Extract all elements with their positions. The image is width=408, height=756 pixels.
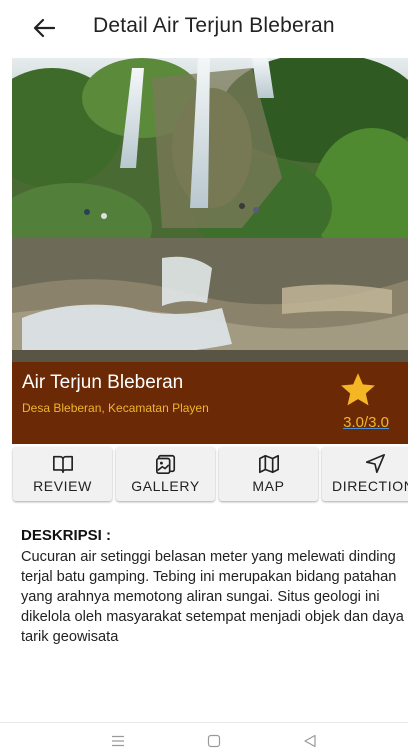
app-bar: Detail Air Terjun Bleberan	[0, 0, 408, 56]
book-open-icon	[52, 455, 73, 474]
image-icon	[155, 454, 175, 474]
gallery-label: GALLERY	[131, 478, 200, 494]
page-title: Detail Air Terjun Bleberan	[93, 14, 335, 37]
system-nav-bar	[0, 722, 408, 756]
map-icon	[258, 454, 279, 474]
home-button[interactable]	[202, 731, 226, 751]
action-bar: REVIEW GALLERY MAP DIRECTION	[13, 447, 408, 503]
back-triangle-icon	[304, 734, 316, 748]
menu-icon	[112, 735, 124, 747]
gallery-button[interactable]: GALLERY	[116, 447, 215, 501]
star-icon	[341, 373, 375, 406]
back-nav-button[interactable]	[298, 731, 322, 751]
review-label: REVIEW	[33, 478, 92, 494]
rating-link[interactable]: 3.0/3.0	[343, 414, 389, 431]
arrow-left-icon	[33, 18, 55, 38]
map-button[interactable]: MAP	[219, 447, 318, 501]
place-info-band: Air Terjun Bleberan Desa Bleberan, Kecam…	[12, 362, 408, 444]
navigation-icon	[365, 454, 385, 474]
home-square-icon	[207, 734, 221, 748]
description-section: DESKRIPSI : Cucuran air setinggi belasan…	[21, 527, 405, 647]
waterfall-photo	[12, 58, 408, 364]
menu-button[interactable]	[106, 731, 130, 751]
direction-button[interactable]: DIRECTION	[322, 447, 408, 501]
back-button[interactable]	[22, 6, 66, 50]
place-name: Air Terjun Bleberan	[22, 372, 184, 393]
description-text: Cucuran air setinggi belasan meter yang …	[21, 549, 404, 645]
description-heading: DESKRIPSI :	[21, 527, 112, 544]
place-location: Desa Bleberan, Kecamatan Playen	[22, 401, 209, 415]
review-button[interactable]: REVIEW	[13, 447, 112, 501]
direction-label: DIRECTION	[332, 478, 408, 494]
map-label: MAP	[252, 478, 285, 494]
